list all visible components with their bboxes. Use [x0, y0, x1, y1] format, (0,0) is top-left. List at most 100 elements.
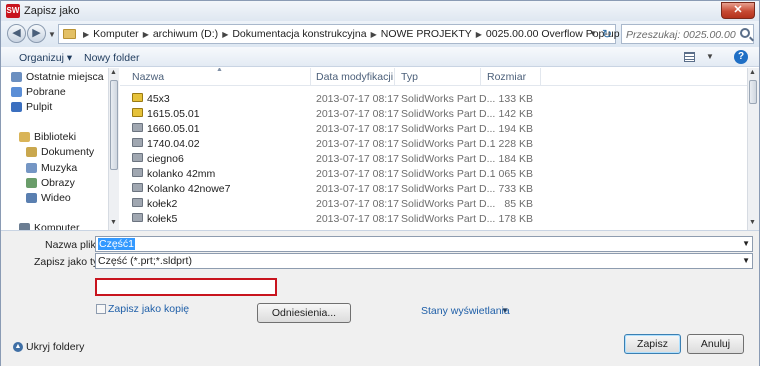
- help-icon[interactable]: ?: [734, 50, 748, 64]
- scroll-up-icon[interactable]: ▲: [110, 69, 117, 76]
- file-row[interactable]: kołek2 2013-07-17 08:17 SolidWorks Part …: [120, 196, 747, 211]
- new-folder-button[interactable]: Nowy folder: [84, 52, 139, 64]
- address-dropdown-icon[interactable]: ▼: [589, 29, 597, 38]
- breadcrumb: ▶ Komputer ▶ archiwum (D:) ▶ Dokumentacja kon…: [79, 28, 620, 40]
- file-row[interactable]: 1740.04.02 2013-07-17 08:17 SolidWorks P…: [120, 136, 747, 151]
- organize-button[interactable]: Organizuj ▾: [19, 52, 72, 64]
- filetype-select[interactable]: Część (*.prt;*.sldprt) ▼: [95, 253, 753, 269]
- breadcrumb-separator-icon[interactable]: ▶: [143, 30, 149, 39]
- video-icon: [26, 193, 37, 203]
- file-row[interactable]: Kolanko 42nowe7 2013-07-17 08:17 SolidWo…: [120, 181, 747, 196]
- nav-item-libraries[interactable]: Biblioteki: [19, 131, 76, 143]
- display-states-link[interactable]: Stany wyświetlania: [421, 305, 510, 317]
- display-states-dropdown-icon[interactable]: ▼: [501, 306, 509, 315]
- search-placeholder: Przeszukaj: 0025.00.00 ...: [626, 29, 738, 41]
- part-icon: [132, 138, 143, 147]
- pictures-icon: [26, 178, 37, 188]
- column-type[interactable]: Typ: [401, 71, 418, 83]
- breadcrumb-item[interactable]: NOWE PROJEKTY: [381, 28, 472, 40]
- solidworks-app-icon: SW: [6, 4, 20, 18]
- address-bar[interactable]: ▶ Komputer ▶ archiwum (D:) ▶ Dokumentacja kon…: [58, 24, 620, 44]
- forward-arrow-icon: ▶: [32, 27, 41, 39]
- breadcrumb-separator-icon[interactable]: ▶: [371, 30, 377, 39]
- cancel-button[interactable]: Anuluj: [687, 334, 744, 354]
- desktop-icon: [11, 102, 22, 112]
- column-header-row: ▲ Nazwa Data modyfikacji Typ Rozmiar: [120, 68, 747, 86]
- breadcrumb-separator-icon[interactable]: ▶: [83, 30, 89, 39]
- column-size[interactable]: Rozmiar: [487, 71, 526, 83]
- nav-item-music[interactable]: Muzyka: [26, 162, 77, 174]
- nav-item-pictures[interactable]: Obrazy: [26, 177, 75, 189]
- music-icon: [26, 163, 37, 173]
- scrollbar-thumb[interactable]: [749, 80, 757, 104]
- back-button[interactable]: ◀: [7, 24, 26, 43]
- filetype-dropdown-icon[interactable]: ▼: [742, 256, 750, 265]
- scroll-down-icon[interactable]: ▼: [110, 219, 117, 226]
- nav-item-documents[interactable]: Dokumenty: [26, 146, 94, 158]
- breadcrumb-item[interactable]: Dokumentacja konstrukcyjna: [232, 28, 366, 40]
- hide-folders-button[interactable]: Ukryj foldery: [26, 341, 84, 353]
- nav-item-video[interactable]: Wideo: [26, 192, 71, 204]
- address-row: ◀ ▶ ▼ ▶ Komputer ▶ archiwum (D:) ▶ Dokumentac…: [1, 21, 759, 47]
- back-arrow-icon: ◀: [12, 27, 21, 39]
- computer-icon: [19, 223, 30, 230]
- part-icon: [132, 198, 143, 207]
- file-list-scrollbar[interactable]: ▲ ▼: [747, 68, 759, 230]
- column-date-modified[interactable]: Data modyfikacji: [316, 71, 393, 83]
- change-view-icon[interactable]: [684, 52, 695, 62]
- nav-item-downloads[interactable]: Pobrane: [11, 86, 66, 98]
- file-row[interactable]: kolanko 42mm 2013-07-17 08:17 SolidWorks…: [120, 166, 747, 181]
- search-input[interactable]: Przeszukaj: 0025.00.00 ...: [621, 24, 754, 44]
- part-icon: [132, 123, 143, 132]
- assembly-part-icon: [132, 93, 143, 102]
- save-button[interactable]: Zapisz: [624, 334, 681, 354]
- close-button[interactable]: ✕: [721, 2, 755, 19]
- recent-places-icon: [11, 72, 22, 82]
- filename-field[interactable]: Część1 ▼: [95, 236, 753, 252]
- file-list: ▲ Nazwa Data modyfikacji Typ Rozmiar 45x…: [120, 68, 747, 230]
- file-row[interactable]: 45x3 2013-07-17 08:17 SolidWorks Part D.…: [120, 91, 747, 106]
- breadcrumb-item[interactable]: archiwum (D:): [153, 28, 218, 40]
- view-options-dropdown-icon[interactable]: ▼: [706, 52, 714, 61]
- documents-icon: [26, 147, 37, 157]
- recent-pages-dropdown-icon[interactable]: ▼: [48, 30, 56, 39]
- command-bar: Organizuj ▾ Nowy folder ▼ ?: [1, 47, 759, 67]
- scroll-up-icon[interactable]: ▲: [749, 69, 756, 76]
- forward-button[interactable]: ▶: [27, 24, 46, 43]
- column-name[interactable]: Nazwa: [132, 71, 164, 83]
- scroll-down-icon[interactable]: ▼: [749, 219, 756, 226]
- breadcrumb-separator-icon[interactable]: ▶: [476, 30, 482, 39]
- filename-dropdown-icon[interactable]: ▼: [742, 239, 750, 248]
- file-row[interactable]: 1615.05.01 2013-07-17 08:17 SolidWorks P…: [120, 106, 747, 121]
- breadcrumb-item[interactable]: Komputer: [93, 28, 139, 40]
- navigation-pane-scrollbar[interactable]: ▲ ▼: [108, 68, 119, 230]
- assembly-part-icon: [132, 108, 143, 117]
- save-as-dialog: SW Zapisz jako ✕ ◀ ▶ ▼ ▶ Komputer ▶ archiwu…: [0, 0, 760, 366]
- sort-ascending-icon: ▲: [216, 68, 223, 73]
- window-title: Zapisz jako: [24, 5, 80, 17]
- libraries-icon: [19, 132, 30, 142]
- part-icon: [132, 213, 143, 222]
- nav-item-recent-places[interactable]: Ostatnie miejsca: [11, 71, 104, 83]
- navigation-pane: Ostatnie miejsca Pobrane Pulpit Bibliote…: [1, 68, 119, 230]
- save-as-copy-label[interactable]: Zapisz jako kopię: [108, 303, 189, 315]
- save-as-copy-checkbox[interactable]: [96, 304, 106, 314]
- hide-folders-icon[interactable]: ▲: [13, 342, 23, 352]
- nav-item-desktop[interactable]: Pulpit: [11, 101, 52, 113]
- file-row[interactable]: ciegno6 2013-07-17 08:17 SolidWorks Part…: [120, 151, 747, 166]
- part-icon: [132, 183, 143, 192]
- part-icon: [132, 153, 143, 162]
- downloads-folder-icon: [11, 87, 22, 97]
- part-icon: [132, 168, 143, 177]
- breadcrumb-item[interactable]: 0025.00.00 Overflow Pop-up: [486, 28, 620, 40]
- nav-item-computer[interactable]: Komputer: [19, 222, 80, 230]
- breadcrumb-separator-icon[interactable]: ▶: [222, 30, 228, 39]
- refresh-icon[interactable]: ↻: [602, 27, 612, 41]
- scrollbar-thumb[interactable]: [110, 80, 118, 170]
- title-bar[interactable]: SW Zapisz jako ✕: [1, 1, 759, 21]
- filetype-value: Część (*.prt;*.sldprt): [98, 255, 192, 267]
- references-button[interactable]: Odniesienia...: [257, 303, 351, 323]
- file-row[interactable]: 1660.05.01 2013-07-17 08:17 SolidWorks P…: [120, 121, 747, 136]
- filename-value[interactable]: Część1: [98, 238, 136, 250]
- file-row[interactable]: kołek5 2013-07-17 08:17 SolidWorks Part …: [120, 211, 747, 226]
